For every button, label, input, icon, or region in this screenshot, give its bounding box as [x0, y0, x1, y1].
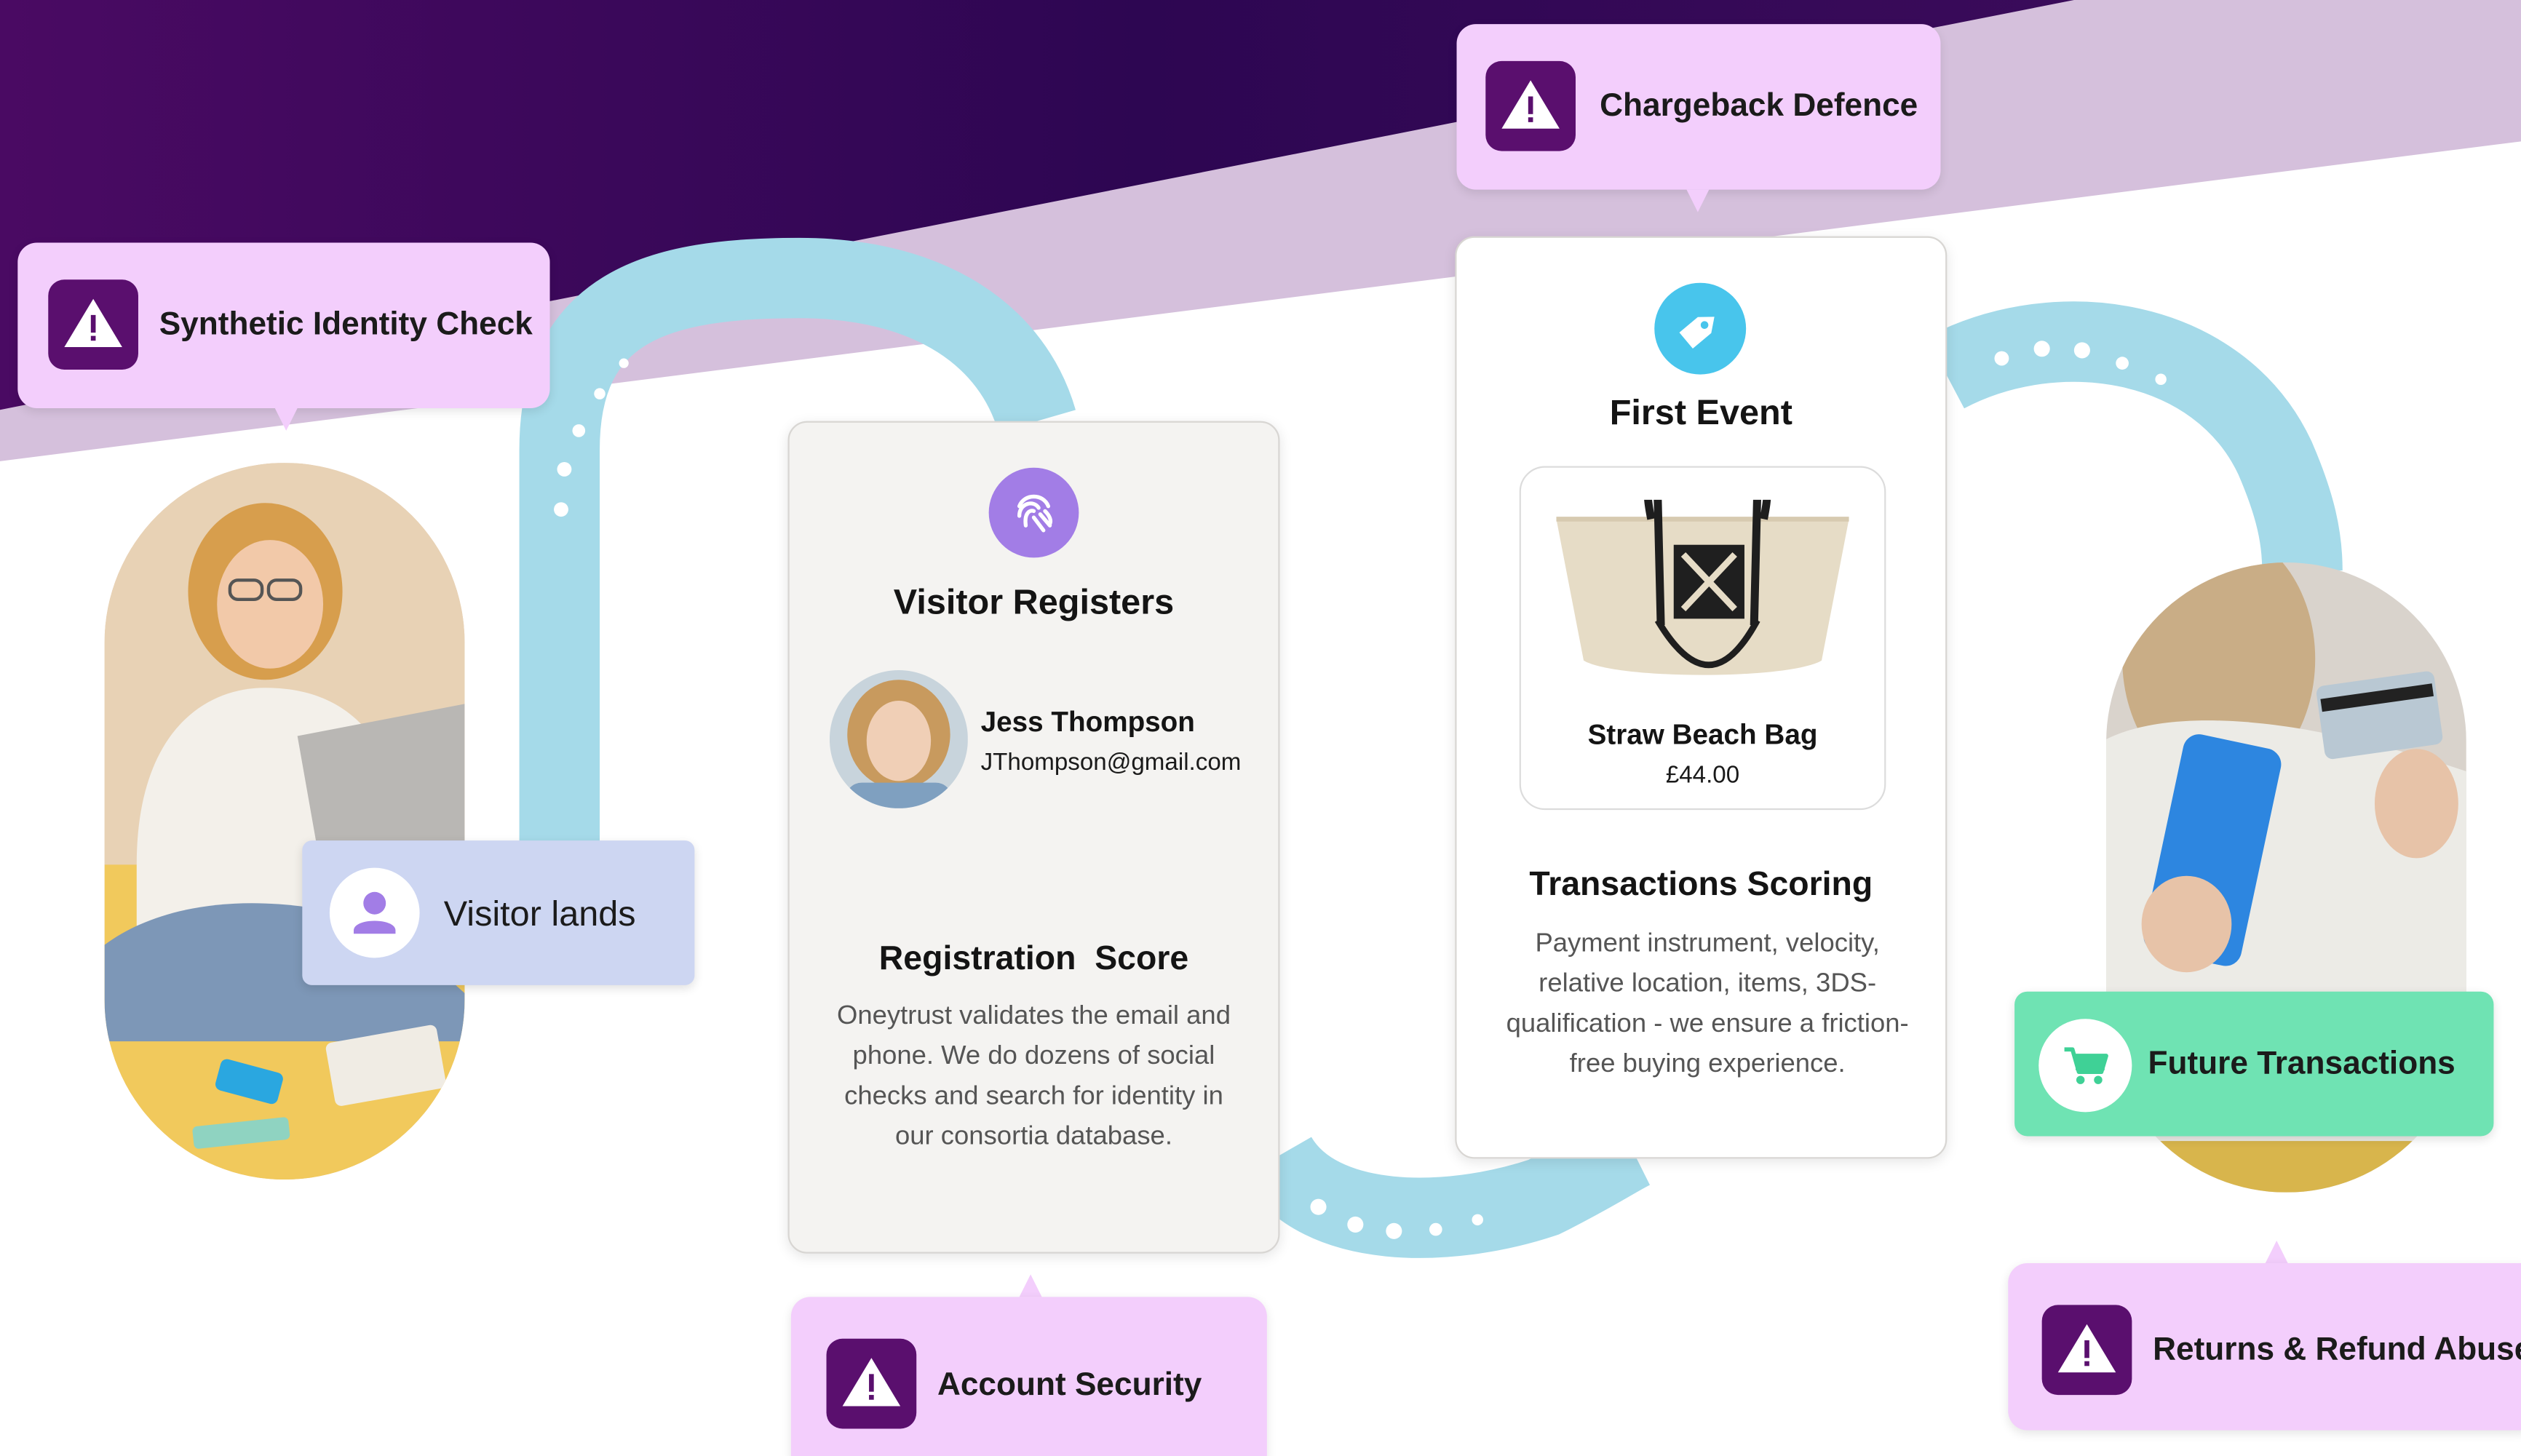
callout-pointer	[274, 407, 298, 431]
straw-bag-image	[1556, 499, 1849, 675]
tag-icon	[1654, 282, 1747, 375]
user-email: JThompson@gmail.com	[980, 749, 1242, 776]
synthetic-identity-callout[interactable]: Synthetic Identity Check	[17, 242, 550, 408]
warning-icon	[1485, 60, 1576, 151]
callout-label: Account Security	[937, 1367, 1202, 1404]
score-title: Registration Score	[878, 940, 1189, 977]
callout-label: Chargeback Defence	[1600, 88, 1918, 124]
first-event-card: First Event Straw Beach Bag £44.00 Trans…	[1455, 236, 1948, 1159]
onboarding-journey-diagram: Synthetic Identity Check Chargeback Defe…	[0, 0, 2521, 1456]
woman-laptop-illustration	[104, 463, 465, 1180]
future-transactions-badge[interactable]: Future Transactions	[2014, 991, 2494, 1137]
score-description: Oneytrust validates the email and phone.…	[836, 1000, 1231, 1151]
callout-label: Returns & Refund Abuse	[2153, 1332, 2521, 1368]
callout-pointer	[2265, 1241, 2288, 1263]
callout-pointer	[1686, 189, 1710, 212]
card-title: Visitor Registers	[893, 581, 1175, 622]
returns-refund-callout[interactable]: Returns & Refund Abuse	[2008, 1262, 2521, 1431]
callout-pointer	[1019, 1274, 1042, 1297]
visitor-lands-label: Visitor lands	[443, 893, 636, 934]
avatar	[829, 669, 968, 808]
visitor-lands-badge[interactable]: Visitor lands	[302, 840, 695, 985]
callout-label: Synthetic Identity Check	[159, 306, 533, 343]
scoring-description: Payment instrument, velocity, relative l…	[1506, 928, 1909, 1078]
cart-icon	[2038, 1019, 2132, 1113]
product-price: £44.00	[1665, 761, 1740, 789]
product-card[interactable]: Straw Beach Bag £44.00	[1519, 466, 1886, 811]
future-transactions-label: Future Transactions	[2148, 1046, 2456, 1082]
fingerprint-icon	[988, 467, 1079, 558]
visitor-registers-card: Visitor Registers Jess Thompson JThompso…	[787, 421, 1280, 1254]
user-name: Jess Thompson	[980, 705, 1195, 738]
user-icon	[329, 867, 420, 958]
product-name: Straw Beach Bag	[1587, 718, 1818, 751]
woman-laptop-photo	[104, 463, 465, 1180]
chargeback-defence-callout[interactable]: Chargeback Defence	[1456, 24, 1941, 190]
card-title: First Event	[1609, 391, 1793, 433]
warning-icon	[48, 279, 138, 370]
warning-icon	[2041, 1305, 2132, 1396]
warning-icon	[826, 1338, 917, 1429]
account-security-callout[interactable]: Account Security	[790, 1297, 1267, 1456]
scoring-title: Transactions Scoring	[1529, 866, 1873, 904]
